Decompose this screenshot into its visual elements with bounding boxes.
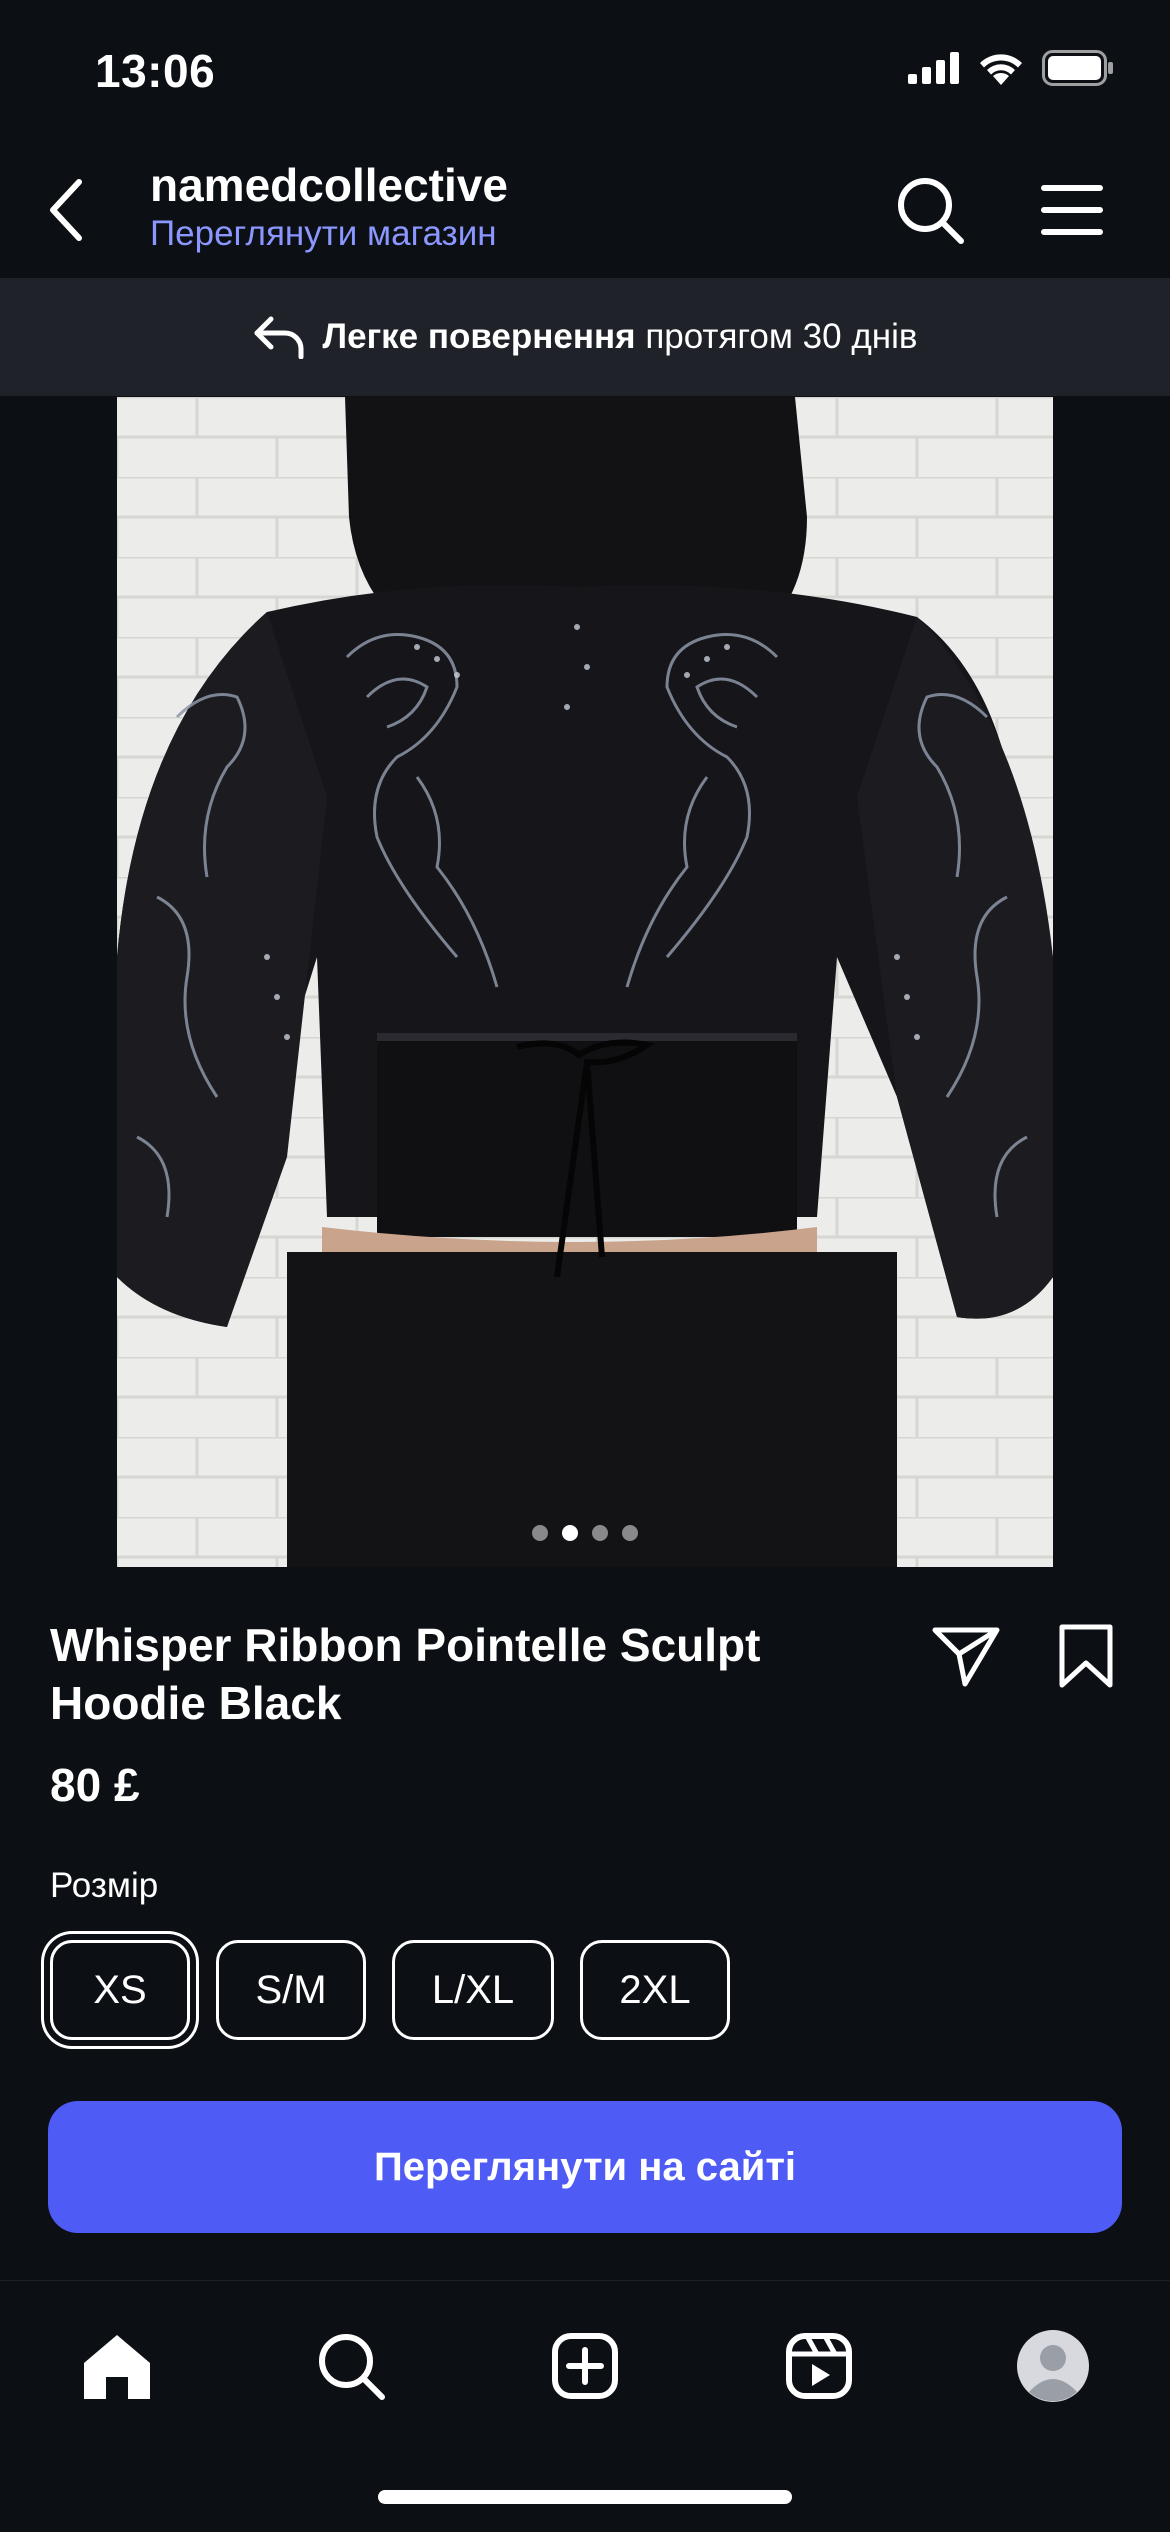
product-price: 80 £ [50, 1759, 140, 1811]
nav-create[interactable] [540, 2321, 630, 2411]
signal-icon [908, 52, 959, 84]
size-option-2xl[interactable]: 2XL [580, 1940, 730, 2040]
nav-home[interactable] [72, 2321, 162, 2411]
returns-text: Легке повернення протягом 30 днів [322, 317, 918, 356]
product-title: Whisper Ribbon Pointelle Sculpt Hoodie B… [50, 1619, 761, 1729]
create-icon [552, 2333, 618, 2399]
chevron-left-icon [50, 179, 82, 241]
size-option-l-xl[interactable]: L/XL [392, 1940, 554, 2040]
search-icon [898, 178, 964, 244]
size-selector: XS S/M L/XL 2XL [50, 1940, 730, 2040]
wifi-icon [980, 54, 1022, 85]
return-arrow-icon [254, 316, 304, 359]
pagination-dot-active[interactable] [562, 1525, 578, 1541]
share-button[interactable] [924, 1614, 1008, 1698]
size-label: Розмір [50, 1866, 159, 1905]
pagination-dot[interactable] [592, 1525, 608, 1541]
product-image-carousel[interactable] [117, 397, 1053, 1567]
search-icon [319, 2334, 385, 2400]
bookmark-icon [1059, 1624, 1113, 1688]
status-time: 13:06 [95, 45, 216, 97]
menu-button[interactable] [1030, 168, 1114, 252]
status-icons [908, 50, 1114, 86]
profile-avatar [1017, 2330, 1089, 2402]
search-button[interactable] [888, 168, 972, 252]
battery-icon [1042, 50, 1113, 86]
home-indicator [378, 2490, 792, 2504]
pagination-dot[interactable] [622, 1525, 638, 1541]
returns-banner: Легке повернення протягом 30 днів [0, 278, 1170, 396]
nav-reels[interactable] [774, 2321, 864, 2411]
shop-header: namedcollective Переглянути магазин [0, 140, 1170, 278]
size-option-xs[interactable]: XS [50, 1940, 190, 2040]
pagination-dot[interactable] [532, 1525, 548, 1541]
back-button[interactable] [30, 170, 100, 250]
product-photo [117, 397, 1053, 1567]
reels-icon [786, 2333, 852, 2399]
send-icon [932, 1627, 1000, 1687]
hamburger-menu-icon [1041, 185, 1103, 235]
nav-search[interactable] [306, 2321, 396, 2411]
size-option-s-m[interactable]: S/M [216, 1940, 366, 2040]
view-shop-link[interactable]: Переглянути магазин [150, 214, 497, 254]
home-icon [84, 2335, 150, 2399]
status-bar: 13:06 [0, 0, 1170, 140]
nav-profile[interactable] [1008, 2321, 1098, 2411]
shop-name[interactable]: namedcollective [150, 158, 508, 212]
save-button[interactable] [1044, 1614, 1128, 1698]
image-pagination-dots [117, 1525, 1053, 1541]
view-on-website-button[interactable]: Переглянути на сайті [48, 2101, 1122, 2233]
